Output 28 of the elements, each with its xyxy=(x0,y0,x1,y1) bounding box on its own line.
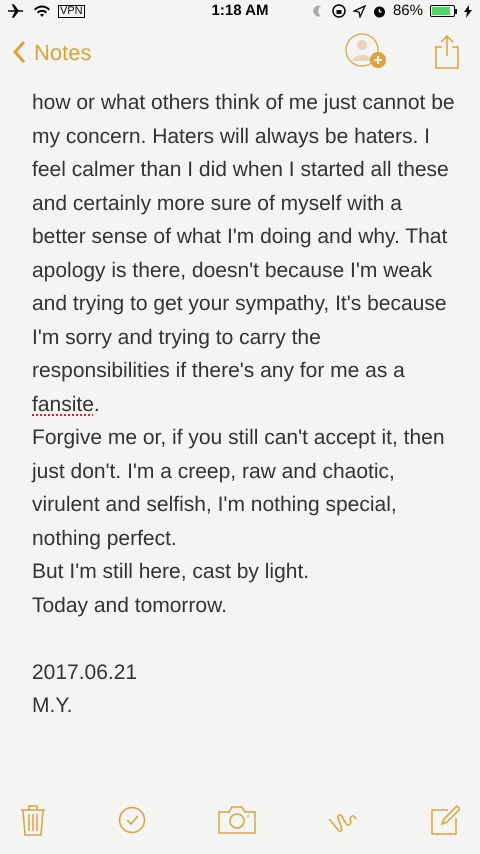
clock-time: 1:18 AM xyxy=(212,0,268,21)
compose-icon xyxy=(430,805,460,835)
vpn-badge: VPN xyxy=(58,4,85,18)
checklist-button[interactable] xyxy=(118,806,146,834)
note-paragraph: Forgive me or, if you still can't accept it, then just don't. I'm a creep, raw and chaotic, virulent and selfish, I'm nothing special, nothing perfect. xyxy=(32,425,446,552)
location-arrow-icon xyxy=(352,4,366,18)
check-circle-icon xyxy=(118,806,146,834)
share-button[interactable] xyxy=(434,35,460,69)
note-paragraph: But I'm still here, cast by light. xyxy=(32,559,310,585)
camera-button[interactable] xyxy=(218,806,256,834)
camera-icon xyxy=(218,806,256,834)
note-paragraph: Today and tomorrow. xyxy=(32,592,228,618)
signature-line: 2017.06.21 xyxy=(32,660,138,686)
battery-icon xyxy=(430,5,457,17)
charging-bolt-icon xyxy=(464,4,472,18)
back-chevron-icon xyxy=(12,40,26,64)
battery-percent: 86% xyxy=(392,0,423,21)
signature-line: M.Y. xyxy=(32,693,74,719)
alarm-clock-icon xyxy=(372,4,386,18)
airplane-icon xyxy=(8,4,26,18)
share-icon xyxy=(434,35,460,69)
compose-button[interactable] xyxy=(430,805,460,835)
wifi-icon xyxy=(34,5,50,17)
trash-icon xyxy=(20,804,46,836)
rotation-lock-icon xyxy=(332,4,346,18)
back-button[interactable]: Notes xyxy=(12,36,92,68)
note-paragraph: how or what others think of me just cannot be my concern. Haters will always be haters. I feel calmer than I did when I started all these and certainly more sure of myself with a better sense of what I'm doing and why. That apology is there, doesn't because I'm weak and trying to get your sympathy, It's because I'm sorry and trying to carry the responsibilities if there's any for me as a fansite. xyxy=(32,90,456,418)
delete-button[interactable] xyxy=(20,804,46,836)
